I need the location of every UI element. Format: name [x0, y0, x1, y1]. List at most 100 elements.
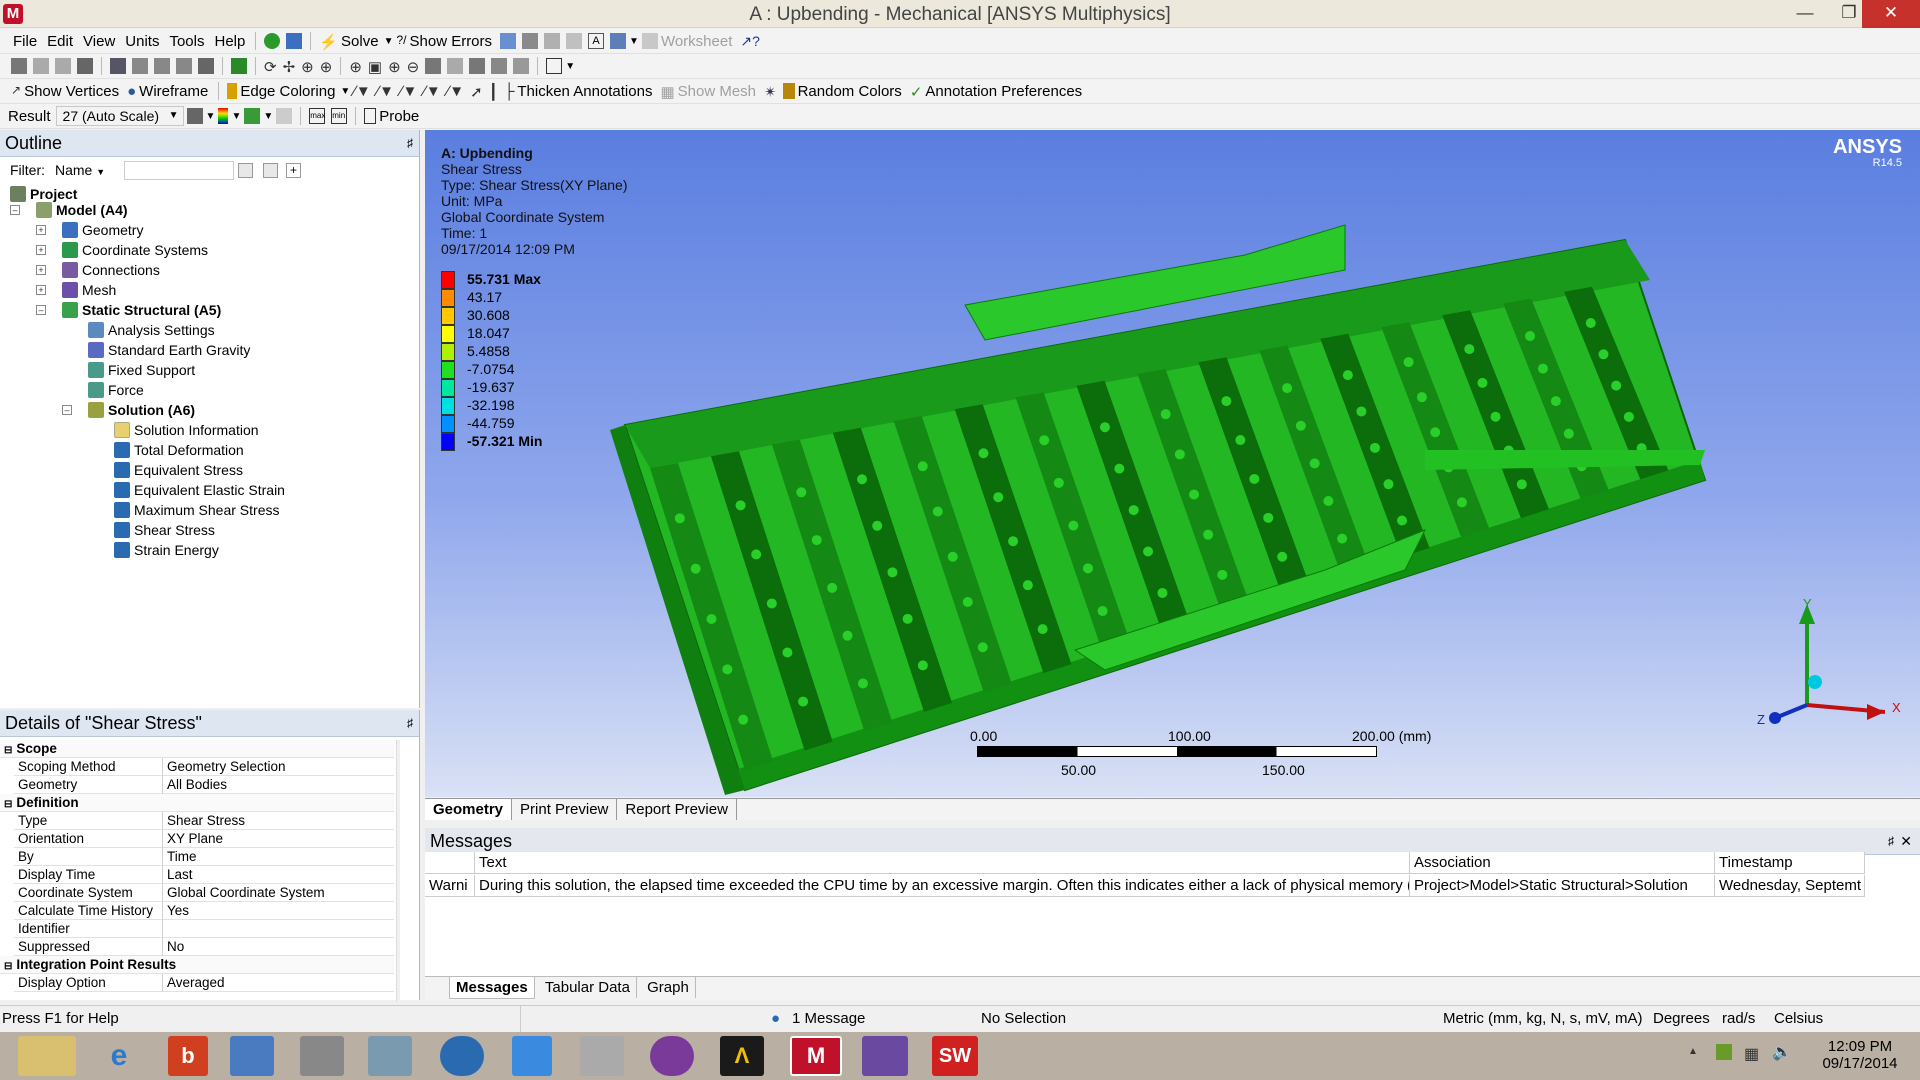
details-row[interactable]: By Time	[14, 848, 394, 866]
min-label-icon[interactable]: min	[331, 108, 348, 124]
pin-icon[interactable]: ➚	[470, 83, 483, 101]
zoom-out-icon[interactable]: ⊖	[407, 58, 420, 76]
swirl-app-icon[interactable]	[650, 1036, 694, 1076]
vertex-icon[interactable]	[132, 58, 148, 74]
label-icon[interactable]	[513, 58, 530, 74]
expand-toggle[interactable]: +	[36, 285, 46, 295]
tree-item-connections[interactable]: Connections	[62, 260, 160, 280]
row-value[interactable]	[162, 920, 394, 938]
pin-icon[interactable]: ♯	[407, 130, 413, 156]
status-rate-units[interactable]: rad/s	[1722, 1010, 1755, 1027]
show-mesh-button[interactable]: Show Mesh	[678, 83, 761, 100]
minimize-button[interactable]: —	[1783, 0, 1827, 28]
face-icon[interactable]	[176, 58, 192, 74]
status-units[interactable]: Metric (mm, kg, N, s, mV, mA)	[1443, 1010, 1642, 1027]
b-app-icon[interactable]: b	[168, 1036, 208, 1076]
geometry-display-icon[interactable]	[186, 108, 203, 124]
zoom-box-icon[interactable]: ▣	[368, 58, 382, 76]
details-scrollbar[interactable]	[396, 740, 400, 1002]
status-messages[interactable]: 1 Message	[792, 1010, 865, 1027]
cube-select-icon[interactable]	[231, 58, 247, 74]
explode-icon[interactable]: ✴	[764, 83, 777, 101]
next-view-icon[interactable]	[447, 58, 464, 74]
edge-style-5-icon[interactable]: ∕▼	[447, 83, 464, 100]
details-row[interactable]: Coordinate System Global Coordinate Syste…	[14, 884, 394, 902]
menu-edit[interactable]: Edit	[42, 33, 78, 50]
tab-geometry[interactable]: Geometry	[425, 799, 513, 820]
row-value[interactable]: Time	[162, 848, 394, 866]
edge-style-2-icon[interactable]: ∕▼	[377, 83, 394, 100]
tree-icon[interactable]	[286, 33, 303, 49]
tree-item-shear-stress[interactable]: Shear Stress	[114, 520, 215, 540]
pan-icon[interactable]: ✢	[283, 58, 296, 76]
filter-input[interactable]	[124, 161, 234, 180]
messages-col-timestamp[interactable]: Timestamp	[1715, 852, 1865, 874]
tool-app-icon[interactable]	[580, 1036, 624, 1076]
tree-item-total-deformation[interactable]: Total Deformation	[114, 440, 244, 460]
clear-filter-icon[interactable]	[263, 163, 278, 178]
tree-item-coordinate-systems[interactable]: Coordinate Systems	[62, 240, 208, 260]
message-type[interactable]: Warni	[425, 875, 475, 897]
row-value[interactable]: Geometry Selection	[162, 758, 394, 776]
tray-expand-icon[interactable]: ▲	[1688, 1046, 1698, 1057]
details-row[interactable]: Calculate Time History Yes	[14, 902, 394, 920]
tree-item-force[interactable]: Force	[88, 380, 144, 400]
tree-item-solution[interactable]: Solution (A6)	[88, 400, 195, 420]
row-value[interactable]: XY Plane	[162, 830, 394, 848]
edge-style-3-icon[interactable]: ∕▼	[400, 83, 417, 100]
tree-item-maximum-shear-stress[interactable]: Maximum Shear Stress	[114, 500, 279, 520]
probe-button[interactable]: Probe	[379, 108, 424, 125]
graphics-viewport[interactable]: A: Upbending Shear Stress Type: Shear St…	[425, 130, 1920, 797]
contour-icon[interactable]	[218, 108, 229, 124]
network-icon[interactable]: ▦	[1744, 1044, 1759, 1064]
tab-tabular-data[interactable]: Tabular Data	[539, 977, 637, 998]
edges-display-icon[interactable]	[244, 108, 261, 124]
erase-icon[interactable]	[566, 33, 583, 49]
collapse-toggle[interactable]: ⊟	[4, 961, 12, 972]
row-value[interactable]: No	[162, 938, 394, 956]
tree-item-strain-energy[interactable]: Strain Energy	[114, 540, 219, 560]
internet-explorer-icon[interactable]: e	[90, 1036, 148, 1076]
thicken-icon[interactable]: ┃	[489, 83, 498, 101]
set-view-icon[interactable]	[491, 58, 508, 74]
menu-tools[interactable]: Tools	[164, 33, 209, 50]
collapse-toggle[interactable]: –	[10, 205, 20, 215]
edge-style-4-icon[interactable]: ∕▼	[423, 83, 440, 100]
wireframe-button[interactable]: Wireframe	[139, 83, 213, 100]
globe-app-icon[interactable]	[440, 1036, 484, 1076]
tree-item-solution-information[interactable]: Solution Information	[114, 420, 259, 440]
clock[interactable]: 12:09 PM 09/17/2014	[1810, 1038, 1910, 1072]
details-row[interactable]: Scoping Method Geometry Selection	[14, 758, 394, 776]
max-label-icon[interactable]: max	[309, 108, 325, 124]
messages-col-text[interactable]: Text	[475, 852, 1410, 874]
row-value[interactable]: All Bodies	[162, 776, 394, 794]
details-section-integration[interactable]: ⊟ Integration Point Results	[0, 956, 394, 974]
thicken-annotations-button[interactable]: Thicken Annotations	[517, 83, 657, 100]
tab-graph[interactable]: Graph	[641, 977, 696, 998]
solve-button[interactable]: Solve	[341, 33, 384, 50]
whats-this-icon[interactable]: ↗?	[740, 33, 760, 49]
filter-type-dropdown[interactable]: Name ▼	[55, 160, 115, 180]
tab-messages[interactable]: Messages	[449, 977, 535, 999]
show-errors-button[interactable]: Show Errors	[410, 33, 498, 50]
chevron-down-icon[interactable]: ▼	[565, 61, 575, 72]
select-mode-icon[interactable]	[77, 58, 93, 74]
annotation-preferences-button[interactable]: Annotation Preferences	[925, 83, 1087, 100]
menu-units[interactable]: Units	[120, 33, 164, 50]
details-row[interactable]: Display Time Last	[14, 866, 394, 884]
status-angle-units[interactable]: Degrees	[1653, 1010, 1710, 1027]
message-text[interactable]: During this solution, the elapsed time e…	[475, 875, 1410, 897]
zoom-to-fit-icon[interactable]: ⊕	[349, 58, 362, 76]
expand-toggle[interactable]: +	[36, 265, 46, 275]
result-scale-dropdown[interactable]: 27 (Auto Scale) ▼	[55, 106, 184, 126]
details-section-definition[interactable]: ⊟ Definition	[0, 794, 394, 812]
show-vertices-button[interactable]: Show Vertices	[24, 83, 124, 100]
expand-toggle[interactable]: +	[36, 225, 46, 235]
details-row[interactable]: Suppressed No	[14, 938, 394, 956]
details-row[interactable]: Orientation XY Plane	[14, 830, 394, 848]
refresh-filter-icon[interactable]	[238, 163, 253, 178]
message-timestamp[interactable]: Wednesday, Septemt	[1715, 875, 1865, 897]
color-legend[interactable]: 55.731 Max 43.17 30.608 18.047 5.4858 -7.0754…	[441, 271, 641, 461]
table-icon[interactable]	[500, 33, 517, 49]
details-row[interactable]: Identifier	[14, 920, 394, 938]
